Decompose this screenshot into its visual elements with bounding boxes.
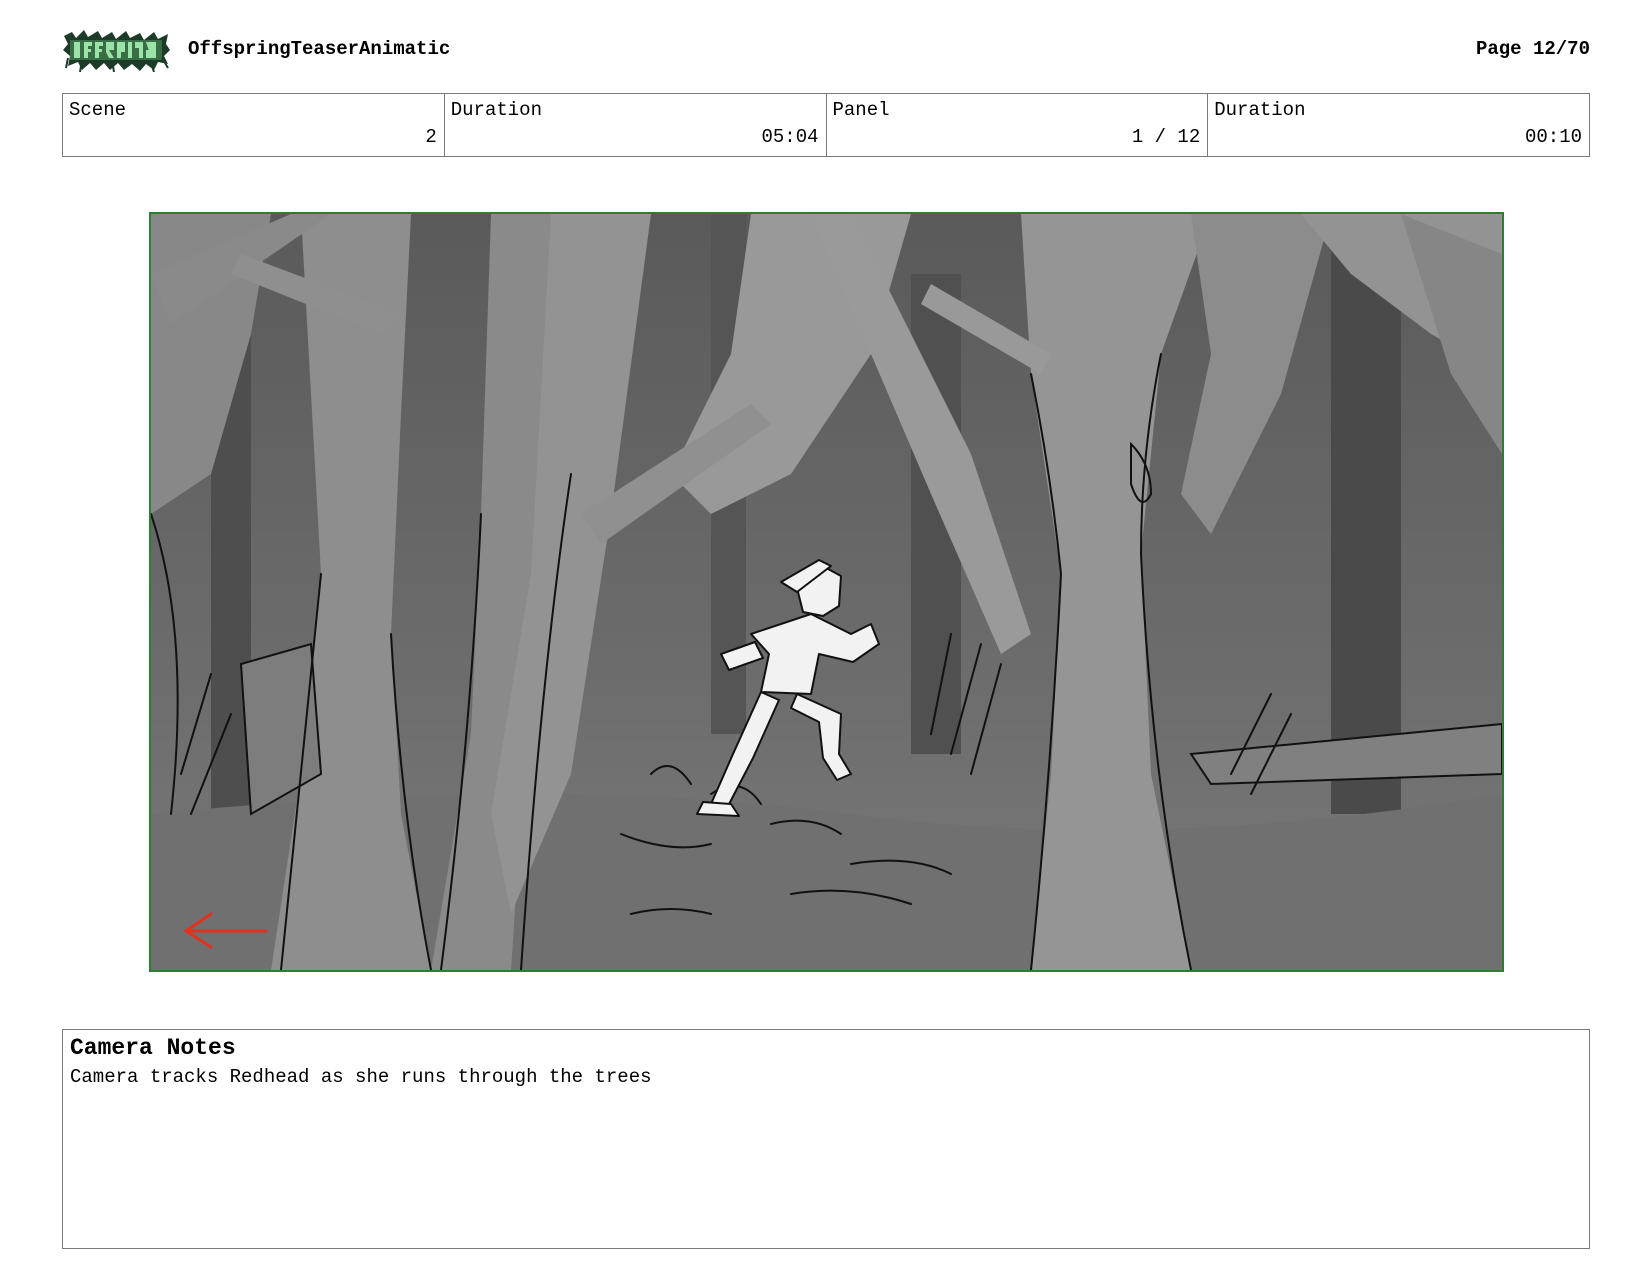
scene-duration-value: 05:04 [761,126,819,148]
panel-label: Panel [832,99,890,121]
panel-duration-cell: Duration 00:10 [1208,94,1589,156]
page-number: Page 12/70 [1475,38,1590,60]
scene-info-table: Scene 2 Duration 05:04 Panel 1 / 12 Dura… [62,93,1590,157]
scene-duration-cell: Duration 05:04 [445,94,827,156]
forest-sketch-illustration [151,214,1502,970]
scene-duration-label: Duration [450,99,542,121]
panel-duration-value: 00:10 [1524,126,1582,148]
camera-notes-text: Camera tracks Redhead as she runs throug… [70,1066,652,1088]
page-header: OffspringTeaserAnimatic Page 12/70 [62,28,1590,73]
scene-value: 2 [425,126,437,148]
scene-cell: Scene 2 [63,94,445,156]
camera-notes-box: Camera Notes Camera tracks Redhead as sh… [62,1029,1590,1249]
scene-label: Scene [69,99,127,121]
storyboard-panel [149,212,1504,972]
panel-duration-label: Duration [1214,99,1306,121]
document-title: OffspringTeaserAnimatic [188,38,451,60]
camera-notes-title: Camera Notes [70,1035,236,1061]
panel-cell: Panel 1 / 12 [827,94,1209,156]
panel-value: 1 / 12 [1131,126,1201,148]
offspring-logo [62,28,172,73]
